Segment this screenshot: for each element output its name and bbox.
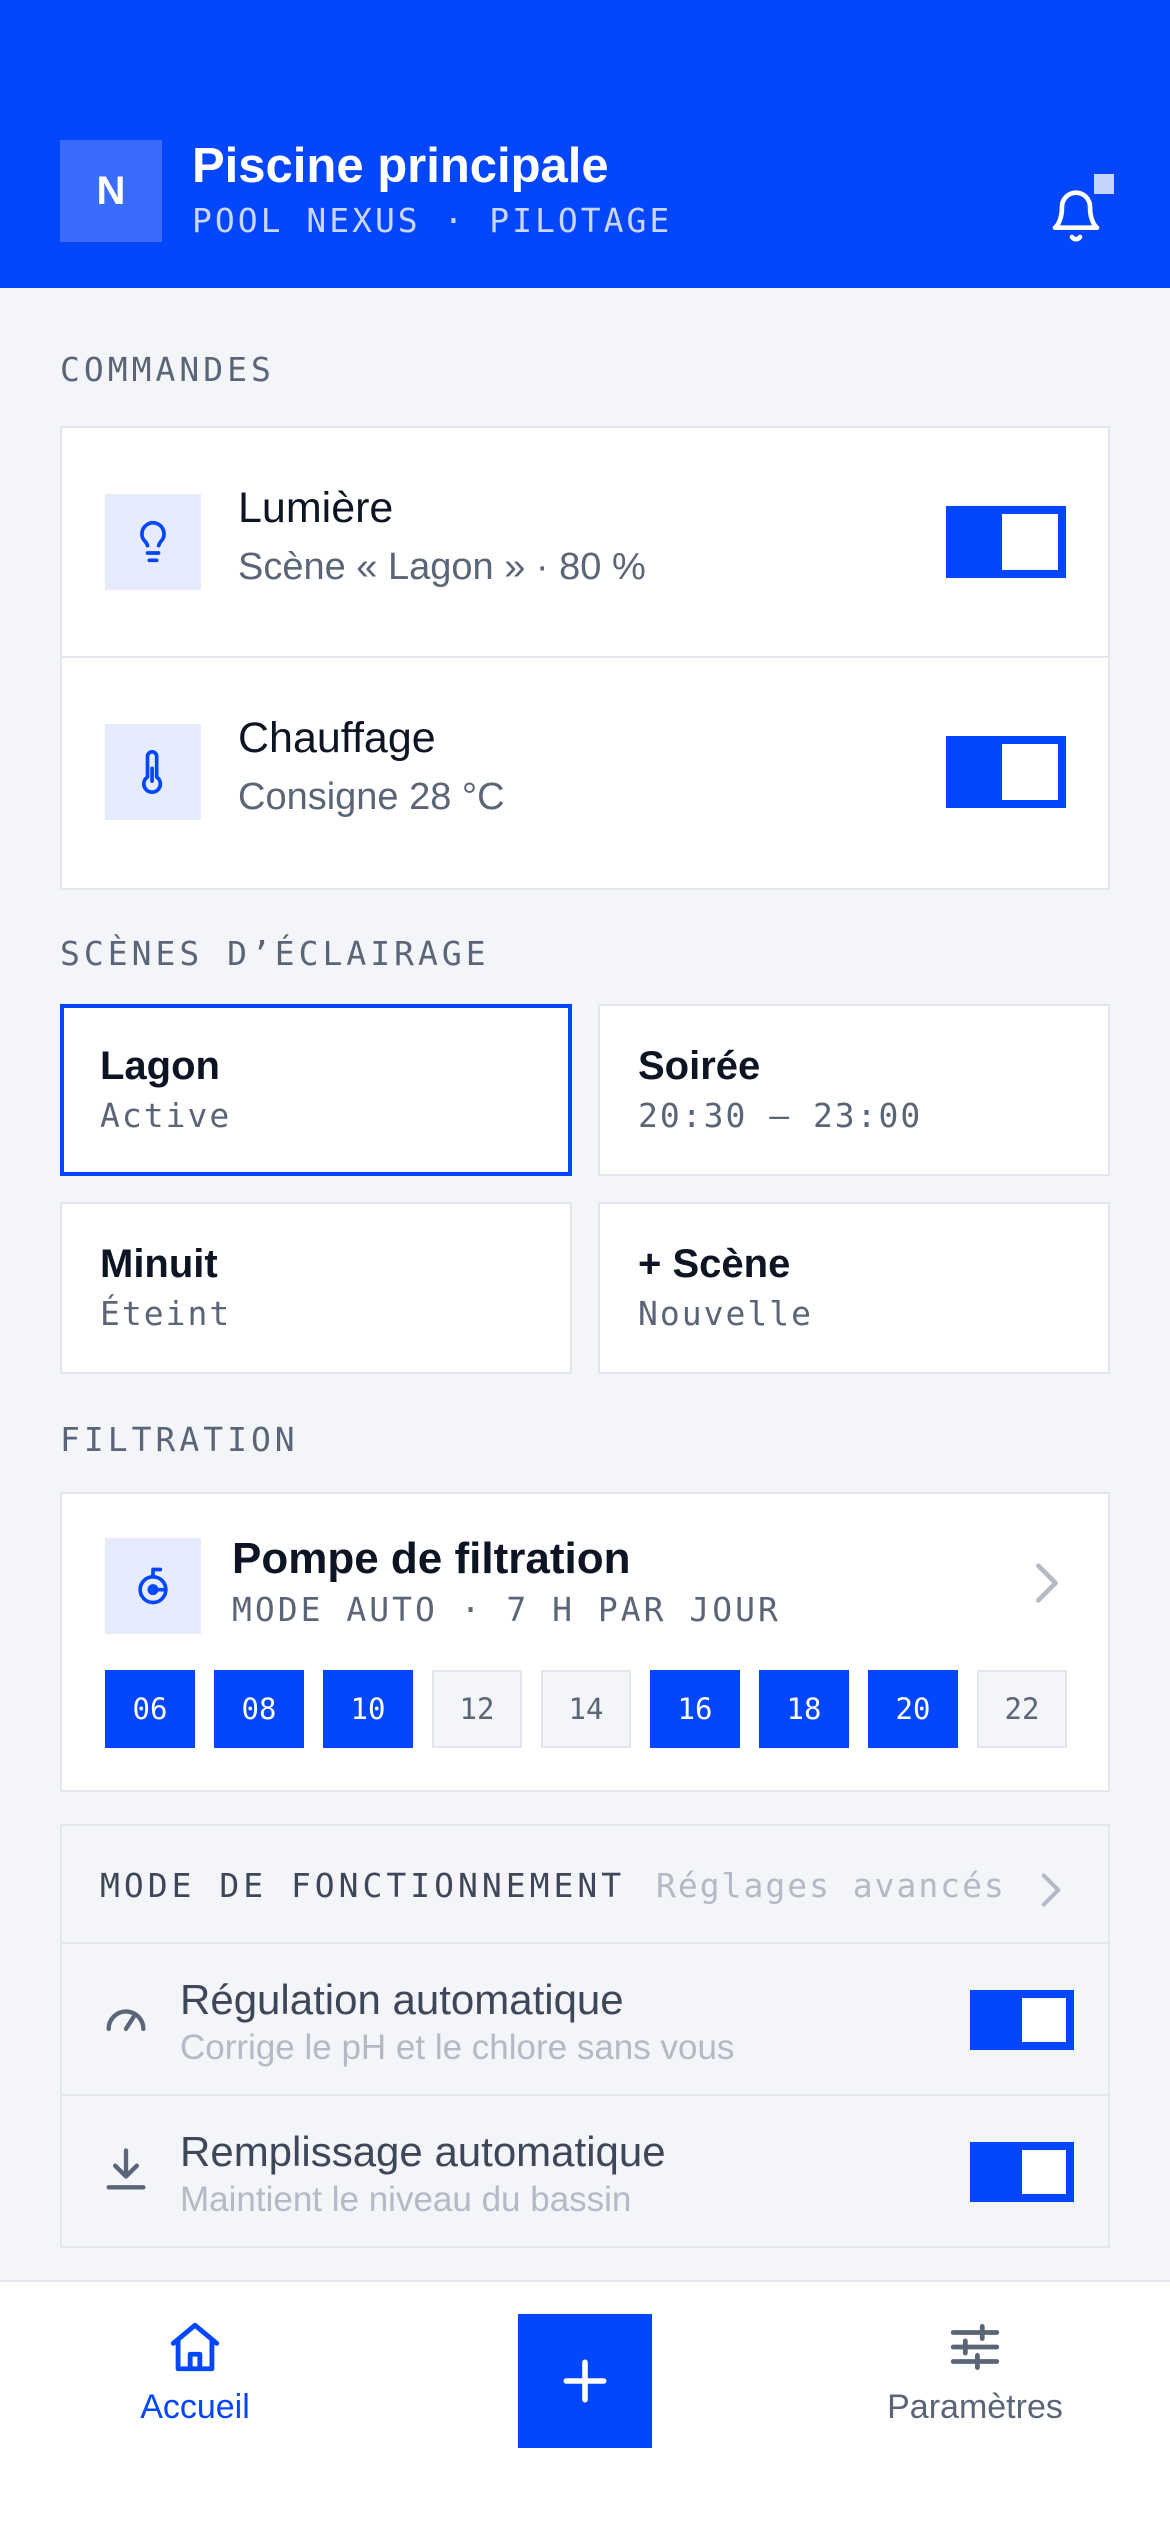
gauge-icon	[106, 2009, 146, 2031]
mode-row-title: Régulation automatique	[180, 1976, 624, 2023]
nav-home-label: Accueil	[140, 2388, 250, 2426]
hour-slot[interactable]: 12	[432, 1670, 522, 1748]
regulation-toggle[interactable]	[970, 1990, 1074, 2050]
hour-slot[interactable]: 20	[868, 1670, 958, 1748]
command-title: Chauffage	[238, 714, 436, 762]
light-toggle[interactable]	[946, 506, 1066, 578]
scene-subtitle: Nouvelle	[638, 1294, 813, 1333]
filtration-title: Pompe de filtration	[232, 1534, 631, 1583]
bulb-icon	[105, 494, 201, 590]
chevron-right-icon[interactable]	[1026, 1558, 1066, 1608]
nav-home[interactable]: Accueil	[140, 2318, 250, 2427]
bottom-nav: Accueil Paramètres	[0, 2280, 1170, 2532]
section-label-scenes: SCÈNES D’ÉCLAIRAGE	[60, 934, 490, 973]
scene-card-minuit[interactable]: Minuit Éteint	[60, 1202, 572, 1374]
scene-subtitle: Active	[100, 1096, 232, 1135]
command-row-heating[interactable]: Chauffage Consigne 28 °C	[62, 658, 1108, 888]
hour-slot[interactable]: 18	[759, 1670, 849, 1748]
hour-slot[interactable]: 16	[650, 1670, 740, 1748]
commands-card: Lumière Scène « Lagon » · 80 % Chauffage…	[60, 426, 1110, 890]
section-label-filtration: FILTRATION	[60, 1420, 299, 1459]
download-icon	[106, 2148, 146, 2190]
hour-slot[interactable]: 14	[541, 1670, 631, 1748]
page-title: Piscine principale	[192, 139, 609, 193]
scene-card-soiree[interactable]: Soirée 20:30 — 23:00	[598, 1004, 1110, 1176]
filtration-subtitle: MODE AUTO · 7 H PAR JOUR	[232, 1590, 781, 1629]
command-subtitle: Consigne 28 °C	[238, 776, 505, 818]
scene-subtitle: Éteint	[100, 1294, 232, 1333]
hour-slot[interactable]: 10	[323, 1670, 413, 1748]
mode-row-regulation[interactable]: Régulation automatique Corrige le pH et …	[62, 1944, 1108, 2096]
thermometer-icon	[105, 724, 201, 820]
add-scene-card[interactable]: + Scène Nouvelle	[598, 1202, 1110, 1374]
scene-title: Minuit	[100, 1242, 218, 1286]
plus-icon	[563, 2359, 607, 2403]
section-label-commandes: COMMANDES	[60, 350, 275, 389]
mode-row-filling[interactable]: Remplissage automatique Maintient le niv…	[62, 2096, 1108, 2248]
filtration-schedule: 06 08 10 12 14 16 18 20 22	[105, 1670, 1069, 1748]
nav-settings-label: Paramètres	[887, 2388, 1063, 2426]
scene-title: Soirée	[638, 1044, 761, 1088]
chevron-right-icon[interactable]	[1036, 1870, 1066, 1910]
filling-toggle[interactable]	[970, 2142, 1074, 2202]
mode-row-subtitle: Maintient le niveau du bassin	[180, 2180, 632, 2219]
scene-title: + Scène	[638, 1242, 791, 1286]
home-icon	[170, 2322, 220, 2372]
operating-mode-panel: MODE DE FONCTIONNEMENT Réglages avancés …	[60, 1824, 1110, 2248]
scene-card-lagon[interactable]: Lagon Active	[60, 1004, 572, 1176]
pump-icon	[105, 1538, 201, 1634]
add-button[interactable]	[518, 2314, 652, 2448]
command-title: Lumière	[238, 484, 394, 532]
hour-slot[interactable]: 06	[105, 1670, 195, 1748]
notification-dot	[1094, 174, 1114, 194]
heating-toggle[interactable]	[946, 736, 1066, 808]
operating-mode-title: MODE DE FONCTIONNEMENT	[100, 1866, 626, 1905]
nav-settings[interactable]: Paramètres	[880, 2318, 1070, 2427]
bell-icon[interactable]	[1048, 188, 1104, 244]
page-subtitle: POOL NEXUS · PILOTAGE	[192, 201, 673, 240]
scene-title: Lagon	[100, 1044, 220, 1088]
hour-slot[interactable]: 08	[214, 1670, 304, 1748]
hour-slot[interactable]: 22	[977, 1670, 1067, 1748]
command-subtitle: Scène « Lagon » · 80 %	[238, 546, 646, 588]
sliders-icon	[950, 2324, 1000, 2370]
advanced-settings-link[interactable]: Réglages avancés	[656, 1866, 1006, 1905]
avatar[interactable]: N	[60, 140, 162, 242]
command-row-light[interactable]: Lumière Scène « Lagon » · 80 %	[62, 428, 1108, 658]
mode-row-title: Remplissage automatique	[180, 2128, 666, 2175]
app-header: N Piscine principale POOL NEXUS · PILOTA…	[0, 0, 1170, 288]
scene-subtitle: 20:30 — 23:00	[638, 1096, 923, 1135]
mode-row-subtitle: Corrige le pH et le chlore sans vous	[180, 2028, 735, 2067]
operating-mode-header: MODE DE FONCTIONNEMENT Réglages avancés	[62, 1826, 1108, 1944]
filtration-card[interactable]: Pompe de filtration MODE AUTO · 7 H PAR …	[60, 1492, 1110, 1792]
